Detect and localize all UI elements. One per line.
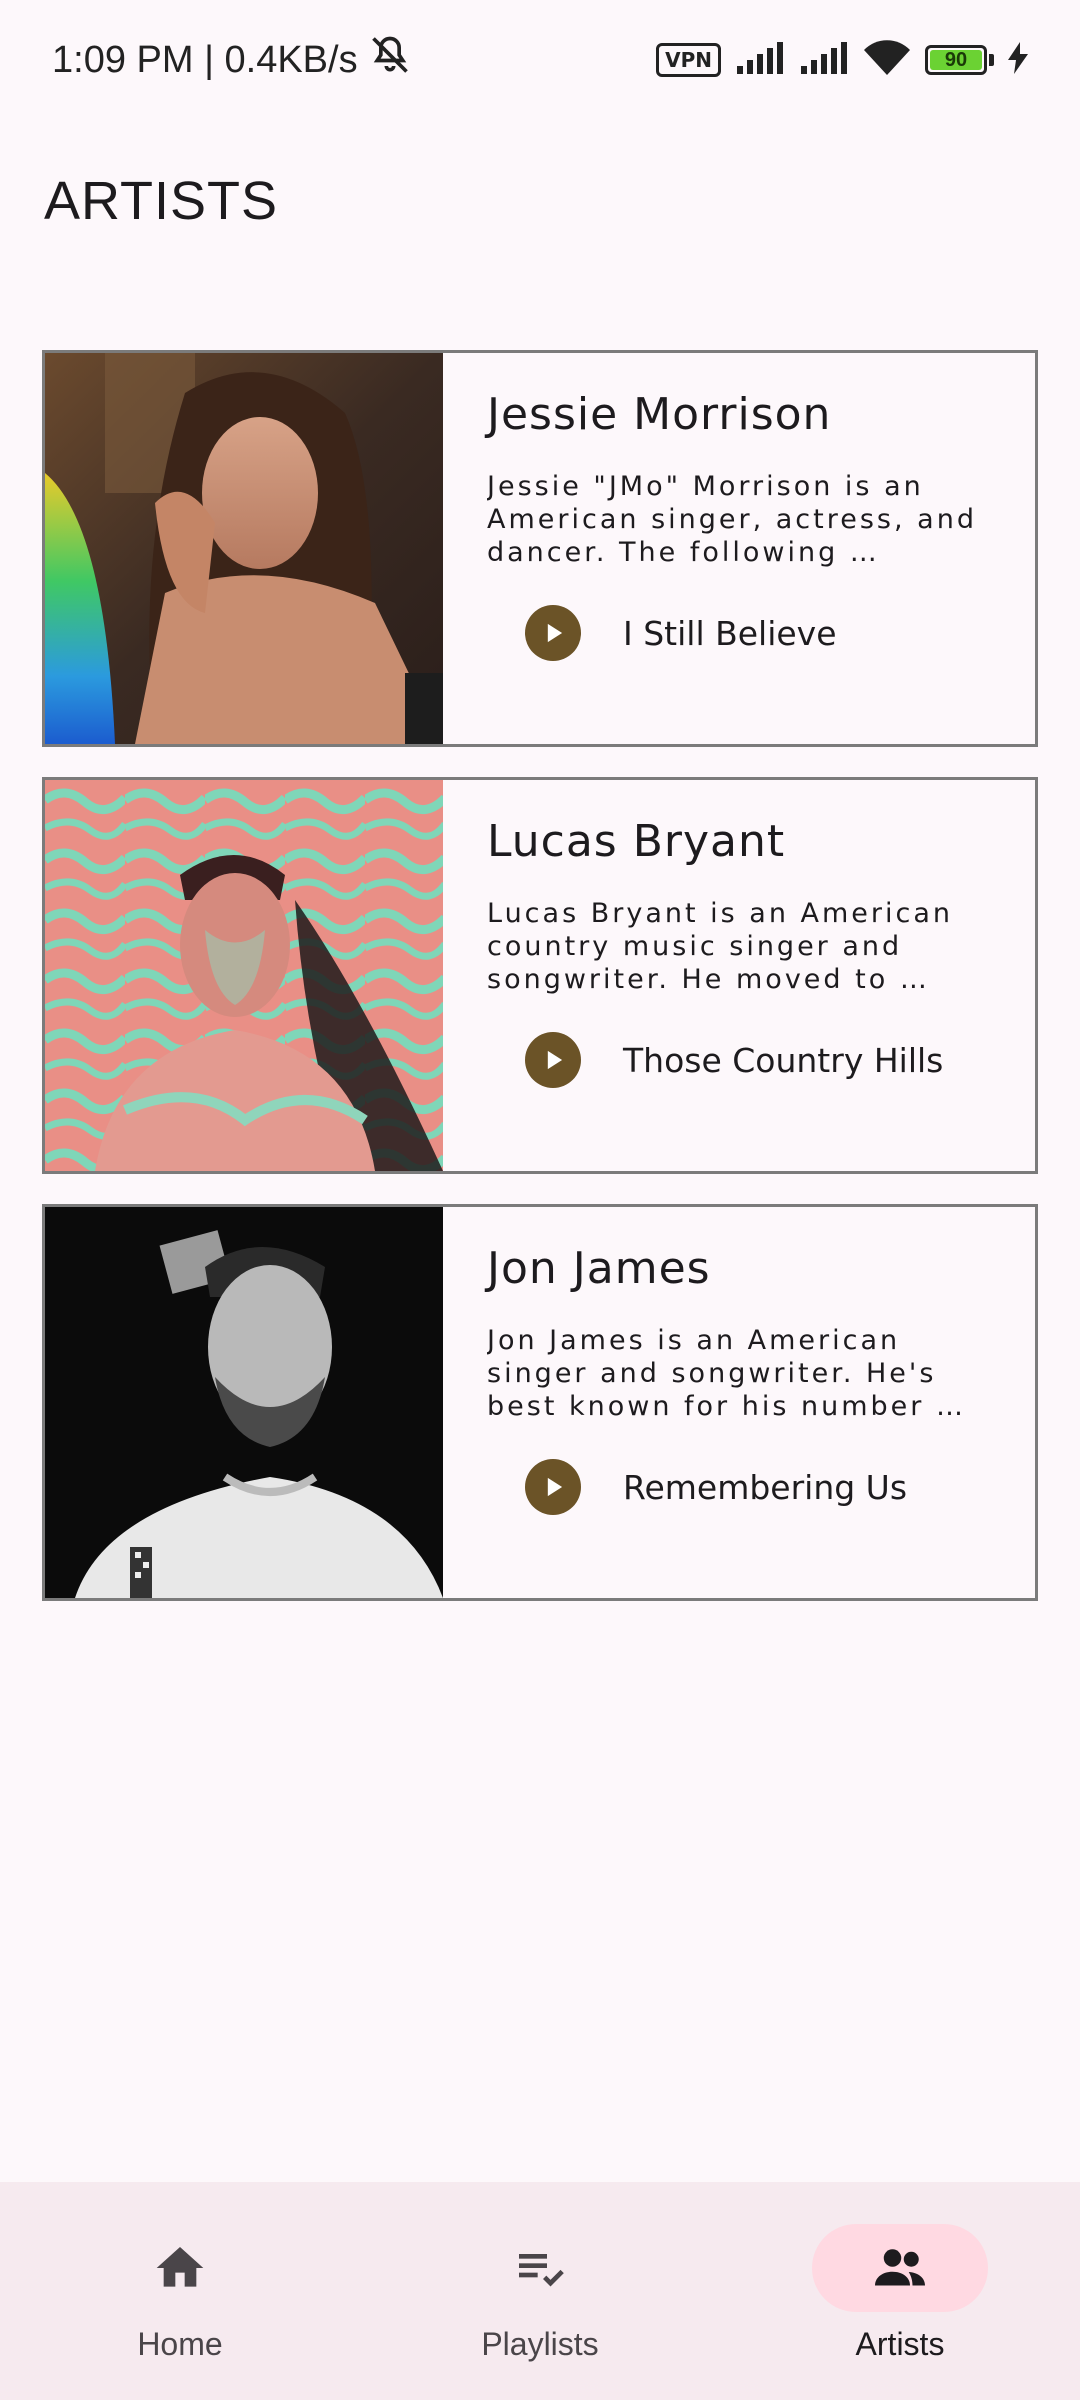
artist-photo bbox=[45, 1207, 443, 1598]
song-title[interactable]: Remembering Us bbox=[623, 1468, 907, 1507]
play-button[interactable] bbox=[525, 605, 581, 661]
wifi-icon bbox=[863, 39, 911, 82]
battery-icon: 90 bbox=[925, 45, 994, 75]
status-bar: 1:09 PM | 0.4KB/s VPN 90 bbox=[0, 0, 1080, 120]
nav-icon-container bbox=[452, 2224, 628, 2312]
play-icon bbox=[547, 623, 563, 643]
song-row[interactable]: I Still Believe bbox=[487, 605, 995, 661]
status-right: VPN 90 bbox=[656, 39, 1028, 82]
bottom-navigation: Home Playlists Artists bbox=[0, 2182, 1080, 2400]
artist-description: Jon James is an American singer and song… bbox=[487, 1325, 966, 1422]
page-title: ARTISTS bbox=[44, 171, 279, 231]
playlist-check-icon bbox=[519, 2254, 564, 2287]
play-icon bbox=[547, 1050, 563, 1070]
artist-description: Jessie "JMo" Morrison is an American sin… bbox=[487, 471, 977, 568]
artist-name: Jessie Morrison bbox=[487, 389, 832, 440]
charging-icon bbox=[1008, 41, 1028, 79]
song-row[interactable]: Those Country Hills bbox=[487, 1032, 995, 1088]
nav-label-playlists: Playlists bbox=[481, 2326, 599, 2362]
signal-icon bbox=[735, 40, 785, 81]
nav-label-artists: Artists bbox=[855, 2326, 945, 2362]
signal-icon-2 bbox=[799, 40, 849, 81]
nav-label-home: Home bbox=[137, 2326, 223, 2362]
status-left: 1:09 PM | 0.4KB/s bbox=[52, 33, 412, 87]
people-icon bbox=[875, 2249, 925, 2286]
play-button[interactable] bbox=[525, 1032, 581, 1088]
artist-card-body: Lucas Bryant Lucas Bryant is an American… bbox=[443, 780, 1035, 1171]
artist-photo bbox=[45, 353, 443, 744]
artist-description: Lucas Bryant is an American country musi… bbox=[487, 898, 954, 995]
song-title[interactable]: I Still Believe bbox=[623, 614, 837, 653]
vpn-badge: VPN bbox=[656, 43, 721, 77]
artist-card-body: Jessie Morrison Jessie "JMo" Morrison is… bbox=[443, 353, 1035, 744]
artist-card[interactable]: Jessie Morrison Jessie "JMo" Morrison is… bbox=[42, 350, 1038, 747]
nav-item-playlists[interactable]: Playlists bbox=[390, 2182, 690, 2400]
home-icon bbox=[156, 2247, 204, 2287]
play-button[interactable] bbox=[525, 1459, 581, 1515]
song-row[interactable]: Remembering Us bbox=[487, 1459, 995, 1515]
song-title[interactable]: Those Country Hills bbox=[623, 1041, 943, 1080]
play-icon bbox=[547, 1477, 563, 1497]
status-time-speed: 1:09 PM | 0.4KB/s bbox=[52, 38, 358, 81]
nav-item-artists[interactable]: Artists bbox=[750, 2182, 1050, 2400]
mute-icon bbox=[368, 33, 412, 87]
artist-list: Jessie Morrison Jessie "JMo" Morrison is… bbox=[42, 350, 1038, 1631]
artist-name: Jon James bbox=[487, 1243, 711, 1294]
nav-icon-container bbox=[92, 2224, 268, 2312]
artist-card[interactable]: Jon James Jon James is an American singe… bbox=[42, 1204, 1038, 1601]
artist-photo bbox=[45, 780, 443, 1171]
nav-item-home[interactable]: Home bbox=[30, 2182, 330, 2400]
battery-level: 90 bbox=[944, 48, 968, 71]
nav-icon-container bbox=[812, 2224, 988, 2312]
artist-card-body: Jon James Jon James is an American singe… bbox=[443, 1207, 1035, 1598]
artist-name: Lucas Bryant bbox=[487, 816, 786, 867]
artist-card[interactable]: Lucas Bryant Lucas Bryant is an American… bbox=[42, 777, 1038, 1174]
